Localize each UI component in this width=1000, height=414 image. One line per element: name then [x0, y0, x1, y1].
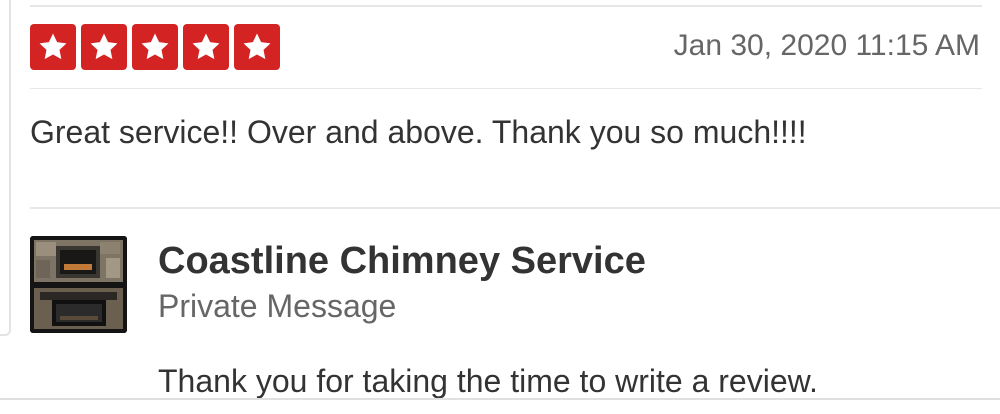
review-card: Jan 30, 2020 11:15 AM Great service!! Ov… — [0, 0, 1000, 414]
business-photo[interactable] — [30, 236, 127, 333]
divider — [30, 88, 982, 89]
business-name[interactable]: Coastline Chimney Service — [158, 240, 646, 283]
star-icon — [132, 24, 178, 70]
star-icon — [30, 24, 76, 70]
message-type-label: Private Message — [158, 288, 397, 324]
card-left-border — [0, 0, 11, 336]
star-icon — [234, 24, 280, 70]
star-icon — [183, 24, 229, 70]
review-date: Jan 30, 2020 11:15 AM — [673, 29, 980, 62]
review-text: Great service!! Over and above. Thank yo… — [30, 114, 807, 150]
top-divider — [30, 5, 982, 7]
star-rating — [30, 24, 280, 70]
reply-text: Thank you for taking the time to write a… — [158, 363, 818, 399]
bottom-divider — [0, 398, 1000, 400]
star-icon — [81, 24, 127, 70]
divider — [30, 207, 1000, 209]
